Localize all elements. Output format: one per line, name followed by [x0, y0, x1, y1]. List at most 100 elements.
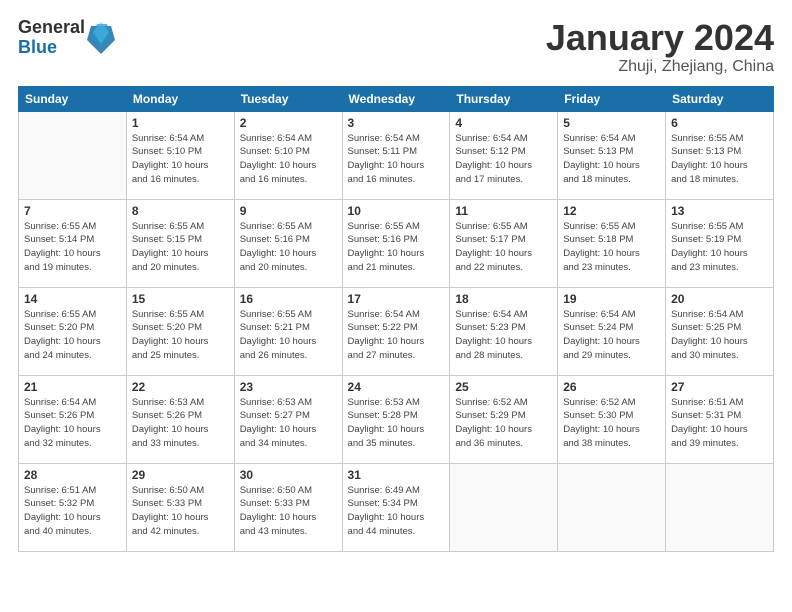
day-number: 8: [132, 204, 229, 218]
day-number: 19: [563, 292, 660, 306]
day-info: Sunrise: 6:55 AMSunset: 5:13 PMDaylight:…: [671, 132, 768, 187]
day-number: 7: [24, 204, 121, 218]
table-row: 12Sunrise: 6:55 AMSunset: 5:18 PMDayligh…: [558, 199, 666, 287]
calendar-header-row: Sunday Monday Tuesday Wednesday Thursday…: [19, 86, 774, 111]
day-number: 12: [563, 204, 660, 218]
day-number: 24: [348, 380, 445, 394]
table-row: 19 Sunrise: 6:54 AMSunset: 5:24 PMDayligh…: [558, 287, 666, 375]
day-info: Sunrise: 6:54 AMSunset: 5:10 PMDaylight:…: [132, 132, 229, 187]
day-number: 9: [240, 204, 337, 218]
table-row: 9Sunrise: 6:55 AMSunset: 5:16 PMDaylight…: [234, 199, 342, 287]
calendar-week-row: 1 Sunrise: 6:54 AMSunset: 5:10 PMDaylight…: [19, 111, 774, 199]
month-year-title: January 2024: [546, 18, 774, 58]
day-number: 6: [671, 116, 768, 130]
title-block: January 2024 Zhuji, Zhejiang, China: [546, 18, 774, 76]
day-info: Sunrise: 6:51 AMSunset: 5:32 PMDaylight:…: [24, 484, 121, 539]
day-number: 3: [348, 116, 445, 130]
col-friday: Friday: [558, 86, 666, 111]
table-row: 20Sunrise: 6:54 AMSunset: 5:25 PMDayligh…: [666, 287, 774, 375]
table-row: 3 Sunrise: 6:54 AMSunset: 5:11 PMDaylight…: [342, 111, 450, 199]
table-row: 22Sunrise: 6:53 AMSunset: 5:26 PMDayligh…: [126, 375, 234, 463]
day-number: 30: [240, 468, 337, 482]
table-row: 31Sunrise: 6:49 AMSunset: 5:34 PMDayligh…: [342, 463, 450, 551]
calendar-week-row: 28Sunrise: 6:51 AMSunset: 5:32 PMDayligh…: [19, 463, 774, 551]
table-row: 17Sunrise: 6:54 AMSunset: 5:22 PMDayligh…: [342, 287, 450, 375]
col-sunday: Sunday: [19, 86, 127, 111]
day-number: 25: [455, 380, 552, 394]
day-info: Sunrise: 6:55 AMSunset: 5:16 PMDaylight:…: [348, 220, 445, 275]
table-row: 14 Sunrise: 6:55 AMSunset: 5:20 PMDayligh…: [19, 287, 127, 375]
table-row: 6 Sunrise: 6:55 AMSunset: 5:13 PMDaylight…: [666, 111, 774, 199]
table-row: 15 Sunrise: 6:55 AMSunset: 5:20 PMDayligh…: [126, 287, 234, 375]
table-row: [558, 463, 666, 551]
day-info: Sunrise: 6:55 AMSunset: 5:19 PMDaylight:…: [671, 220, 768, 275]
table-row: [19, 111, 127, 199]
day-info: Sunrise: 6:53 AMSunset: 5:28 PMDaylight:…: [348, 396, 445, 451]
table-row: 7 Sunrise: 6:55 AMSunset: 5:14 PMDaylight…: [19, 199, 127, 287]
col-wednesday: Wednesday: [342, 86, 450, 111]
day-number: 1: [132, 116, 229, 130]
day-number: 10: [348, 204, 445, 218]
table-row: 16 Sunrise: 6:55 AMSunset: 5:21 PMDayligh…: [234, 287, 342, 375]
table-row: 13 Sunrise: 6:55 AMSunset: 5:19 PMDayligh…: [666, 199, 774, 287]
day-number: 15: [132, 292, 229, 306]
day-info: Sunrise: 6:51 AMSunset: 5:31 PMDaylight:…: [671, 396, 768, 451]
table-row: 29Sunrise: 6:50 AMSunset: 5:33 PMDayligh…: [126, 463, 234, 551]
day-info: Sunrise: 6:55 AMSunset: 5:17 PMDaylight:…: [455, 220, 552, 275]
day-info: Sunrise: 6:54 AMSunset: 5:24 PMDaylight:…: [563, 308, 660, 363]
day-info: Sunrise: 6:52 AMSunset: 5:30 PMDaylight:…: [563, 396, 660, 451]
day-number: 16: [240, 292, 337, 306]
table-row: 5 Sunrise: 6:54 AMSunset: 5:13 PMDaylight…: [558, 111, 666, 199]
table-row: 10 Sunrise: 6:55 AMSunset: 5:16 PMDayligh…: [342, 199, 450, 287]
day-info: Sunrise: 6:50 AMSunset: 5:33 PMDaylight:…: [240, 484, 337, 539]
table-row: 4Sunrise: 6:54 AMSunset: 5:12 PMDaylight…: [450, 111, 558, 199]
table-row: 2 Sunrise: 6:54 AMSunset: 5:10 PMDaylight…: [234, 111, 342, 199]
day-number: 11: [455, 204, 552, 218]
day-info: Sunrise: 6:55 AMSunset: 5:21 PMDaylight:…: [240, 308, 337, 363]
header: General Blue January 2024 Zhuji, Zhejian…: [18, 18, 774, 76]
day-info: Sunrise: 6:54 AMSunset: 5:25 PMDaylight:…: [671, 308, 768, 363]
table-row: 18Sunrise: 6:54 AMSunset: 5:23 PMDayligh…: [450, 287, 558, 375]
day-number: 26: [563, 380, 660, 394]
day-number: 13: [671, 204, 768, 218]
logo: General Blue: [18, 18, 115, 58]
table-row: 28Sunrise: 6:51 AMSunset: 5:32 PMDayligh…: [19, 463, 127, 551]
table-row: 11 Sunrise: 6:55 AMSunset: 5:17 PMDayligh…: [450, 199, 558, 287]
day-info: Sunrise: 6:54 AMSunset: 5:13 PMDaylight:…: [563, 132, 660, 187]
day-info: Sunrise: 6:54 AMSunset: 5:23 PMDaylight:…: [455, 308, 552, 363]
day-info: Sunrise: 6:52 AMSunset: 5:29 PMDaylight:…: [455, 396, 552, 451]
day-number: 23: [240, 380, 337, 394]
table-row: 8 Sunrise: 6:55 AMSunset: 5:15 PMDaylight…: [126, 199, 234, 287]
logo-text: General Blue: [18, 18, 85, 58]
calendar-week-row: 7 Sunrise: 6:55 AMSunset: 5:14 PMDaylight…: [19, 199, 774, 287]
day-number: 27: [671, 380, 768, 394]
table-row: [666, 463, 774, 551]
page: General Blue January 2024 Zhuji, Zhejian…: [0, 0, 792, 612]
day-info: Sunrise: 6:55 AMSunset: 5:20 PMDaylight:…: [132, 308, 229, 363]
day-info: Sunrise: 6:54 AMSunset: 5:11 PMDaylight:…: [348, 132, 445, 187]
table-row: 21 Sunrise: 6:54 AMSunset: 5:26 PMDayligh…: [19, 375, 127, 463]
day-number: 14: [24, 292, 121, 306]
calendar-table: Sunday Monday Tuesday Wednesday Thursday…: [18, 86, 774, 552]
table-row: 30 Sunrise: 6:50 AMSunset: 5:33 PMDayligh…: [234, 463, 342, 551]
day-number: 21: [24, 380, 121, 394]
day-info: Sunrise: 6:53 AMSunset: 5:27 PMDaylight:…: [240, 396, 337, 451]
table-row: 26 Sunrise: 6:52 AMSunset: 5:30 PMDayligh…: [558, 375, 666, 463]
col-tuesday: Tuesday: [234, 86, 342, 111]
day-info: Sunrise: 6:55 AMSunset: 5:14 PMDaylight:…: [24, 220, 121, 275]
col-thursday: Thursday: [450, 86, 558, 111]
day-info: Sunrise: 6:54 AMSunset: 5:10 PMDaylight:…: [240, 132, 337, 187]
col-saturday: Saturday: [666, 86, 774, 111]
day-number: 5: [563, 116, 660, 130]
col-monday: Monday: [126, 86, 234, 111]
day-info: Sunrise: 6:55 AMSunset: 5:20 PMDaylight:…: [24, 308, 121, 363]
day-info: Sunrise: 6:54 AMSunset: 5:22 PMDaylight:…: [348, 308, 445, 363]
table-row: 1 Sunrise: 6:54 AMSunset: 5:10 PMDaylight…: [126, 111, 234, 199]
day-number: 2: [240, 116, 337, 130]
day-info: Sunrise: 6:54 AMSunset: 5:26 PMDaylight:…: [24, 396, 121, 451]
day-number: 22: [132, 380, 229, 394]
day-info: Sunrise: 6:50 AMSunset: 5:33 PMDaylight:…: [132, 484, 229, 539]
day-info: Sunrise: 6:55 AMSunset: 5:15 PMDaylight:…: [132, 220, 229, 275]
calendar-week-row: 21 Sunrise: 6:54 AMSunset: 5:26 PMDayligh…: [19, 375, 774, 463]
table-row: 25 Sunrise: 6:52 AMSunset: 5:29 PMDayligh…: [450, 375, 558, 463]
